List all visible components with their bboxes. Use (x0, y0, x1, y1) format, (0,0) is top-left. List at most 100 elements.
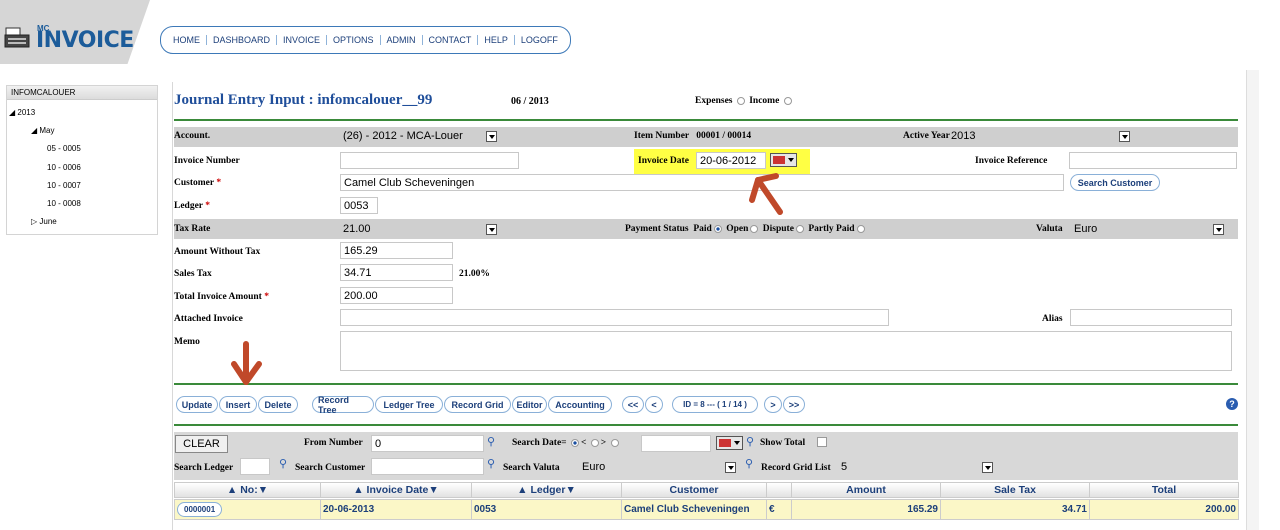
table-row-no: 0000001 (174, 499, 321, 520)
clear-button[interactable]: CLEAR (175, 435, 228, 453)
tree-year-2013[interactable]: ◢ 2013 (9, 108, 35, 117)
search-ledger-input[interactable] (240, 458, 270, 475)
annotation-arrow-date (749, 173, 783, 215)
nav-invoice[interactable]: INVOICE (276, 35, 326, 45)
open-radio[interactable] (750, 224, 759, 233)
open-label: Open (726, 224, 749, 234)
record-grid-list-dropdown[interactable] (982, 462, 993, 473)
search-customer-label: Search Customer (295, 463, 366, 473)
calendar-icon[interactable] (770, 153, 797, 167)
record-no-button[interactable]: 0000001 (177, 502, 223, 517)
dispute-radio[interactable] (795, 224, 804, 233)
last-record-button[interactable]: >> (783, 396, 805, 413)
customer-input[interactable]: Camel Club Scheveningen (340, 174, 1064, 191)
accounting-button[interactable]: Accounting (548, 396, 612, 413)
nav-home[interactable]: HOME (167, 35, 206, 45)
total-invoice-amount-input[interactable]: 200.00 (340, 287, 453, 304)
record-grid-button[interactable]: Record Grid (444, 396, 511, 413)
ledger-tree-button[interactable]: Ledger Tree (375, 396, 443, 413)
invoice-number-label: Invoice Number (174, 156, 240, 166)
sales-tax-percent: 21.00% (459, 269, 490, 279)
tree-entry[interactable]: 05 - 0005 (47, 144, 81, 153)
date-gt-radio[interactable] (610, 438, 619, 447)
show-total-checkbox[interactable] (817, 437, 827, 447)
editor-button[interactable]: Editor (512, 396, 547, 413)
search-icon[interactable]: ⚲ (487, 457, 495, 470)
period: 06 / 2013 (511, 96, 549, 107)
memo-textarea[interactable] (340, 331, 1232, 371)
search-icon[interactable]: ⚲ (746, 435, 754, 448)
tax-rate-value: 21.00 (343, 223, 371, 235)
next-record-button[interactable]: > (764, 396, 782, 413)
tree-month-june[interactable]: ▷ June (31, 217, 57, 226)
divider (174, 119, 1238, 121)
required-mark: * (205, 201, 210, 211)
attached-invoice-label: Attached Invoice (174, 314, 243, 324)
logo-name: INVOICE (36, 28, 134, 53)
invoice-date-label: Invoice Date (638, 156, 689, 166)
expenses-radio[interactable] (736, 96, 745, 105)
search-icon[interactable]: ⚲ (745, 457, 753, 470)
from-number-label: From Number (304, 438, 363, 448)
table-cell-date: 20-06-2013 (320, 499, 472, 520)
search-customer-button[interactable]: Search Customer (1070, 174, 1160, 191)
search-valuta-dropdown[interactable] (725, 462, 736, 473)
sales-tax-input[interactable]: 34.71 (340, 264, 453, 281)
record-tree-button[interactable]: Record Tree (312, 395, 374, 415)
ledger-input[interactable]: 0053 (340, 197, 378, 214)
active-year-value: 2013 (951, 130, 976, 142)
search-icon[interactable]: ⚲ (487, 435, 495, 448)
expenses-label: Expenses (695, 96, 733, 106)
insert-button[interactable]: Insert (219, 396, 257, 413)
date-eq-radio[interactable] (570, 438, 579, 447)
customer-label: Customer * (174, 178, 222, 188)
nav-options[interactable]: OPTIONS (326, 35, 380, 45)
invoice-reference-input[interactable] (1069, 152, 1237, 169)
partly-paid-radio[interactable] (856, 224, 865, 233)
search-icon[interactable]: ⚲ (279, 457, 287, 470)
nav-dashboard[interactable]: DASHBOARD (206, 35, 276, 45)
paid-radio[interactable] (713, 224, 722, 233)
first-record-button[interactable]: << (622, 396, 644, 413)
tree-entry[interactable]: 10 - 0007 (47, 181, 81, 190)
delete-button[interactable]: Delete (258, 396, 298, 413)
tax-rate-dropdown[interactable] (486, 224, 497, 235)
nav-logoff[interactable]: LOGOFF (513, 35, 564, 45)
help-icon[interactable]: ? (1226, 398, 1238, 410)
col-header-invoice-date[interactable]: ▲ Invoice Date▼ (320, 482, 472, 498)
col-header-ledger[interactable]: ▲ Ledger▼ (471, 482, 622, 498)
invoice-date-input[interactable]: 20-06-2012 (696, 152, 766, 169)
record-id-button[interactable]: ID = 8 --- ( 1 / 14 ) (672, 396, 758, 413)
update-button[interactable]: Update (176, 396, 218, 413)
tree-entry[interactable]: 10 - 0008 (47, 199, 81, 208)
active-year-label: Active Year (903, 131, 950, 141)
search-customer-input[interactable] (371, 458, 484, 475)
active-year-dropdown[interactable] (1119, 131, 1130, 142)
date-lt-radio[interactable] (590, 438, 599, 447)
nav-contact[interactable]: CONTACT (421, 35, 478, 45)
col-header-no[interactable]: ▲ No:▼ (174, 482, 321, 498)
valuta-dropdown[interactable] (1213, 224, 1224, 235)
search-date-input[interactable] (641, 435, 711, 452)
paid-label: Paid (693, 224, 712, 234)
calendar-icon[interactable] (716, 436, 743, 450)
dispute-label: Dispute (762, 224, 794, 234)
from-number-input[interactable]: 0 (371, 435, 484, 452)
nav-help[interactable]: HELP (477, 35, 514, 45)
nav-admin[interactable]: ADMIN (379, 35, 422, 45)
scrollbar[interactable] (1246, 70, 1259, 530)
attached-invoice-input[interactable] (340, 309, 889, 326)
prev-record-button[interactable]: < (645, 396, 663, 413)
income-radio[interactable] (783, 96, 792, 105)
alias-input[interactable] (1070, 309, 1232, 326)
invoice-number-input[interactable] (340, 152, 519, 169)
page-title: Journal Entry Input : infomcalouer__99 (174, 92, 433, 108)
valuta-value: Euro (1074, 223, 1098, 235)
amount-without-tax-input[interactable]: 165.29 (340, 242, 453, 259)
record-grid-list-label: Record Grid List (761, 463, 831, 473)
tree-month-may[interactable]: ◢ May (31, 126, 55, 135)
account-dropdown[interactable] (486, 131, 497, 142)
col-header-sale-tax: Sale Tax (940, 482, 1090, 498)
tree-entry[interactable]: 10 - 0006 (47, 163, 81, 172)
search-date: Search Date= < > (512, 438, 621, 448)
